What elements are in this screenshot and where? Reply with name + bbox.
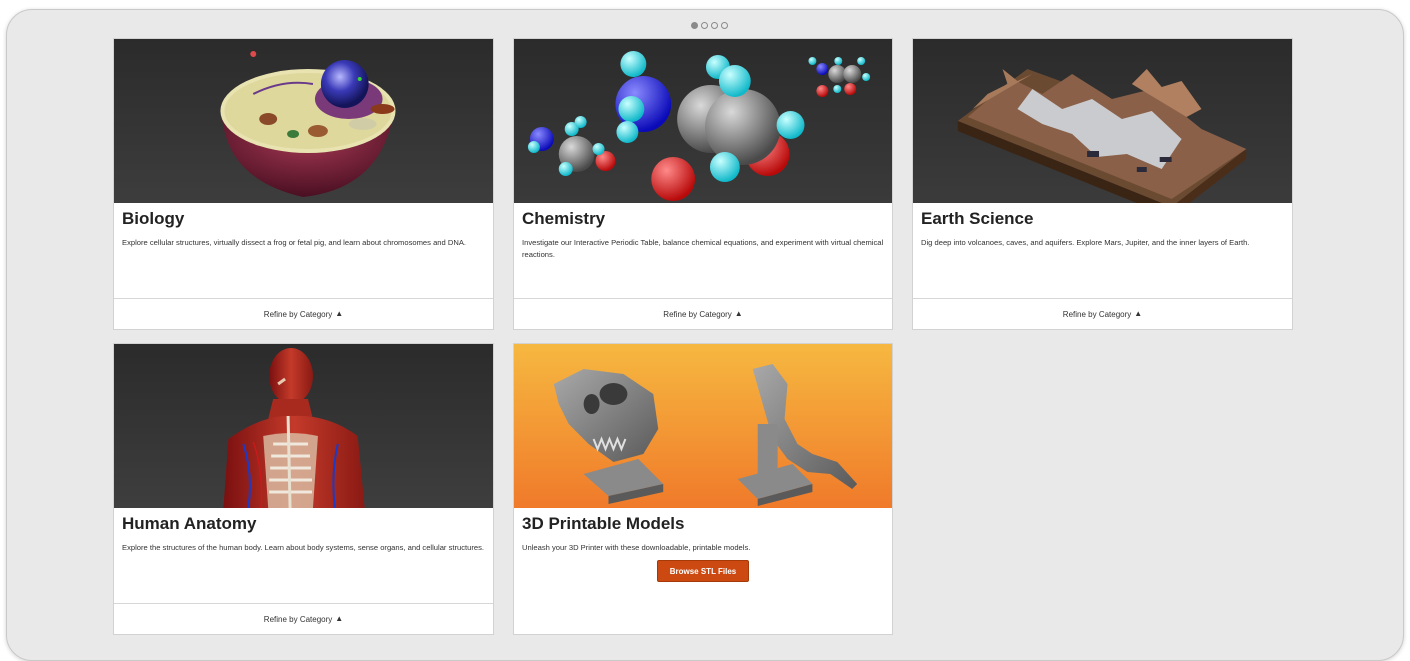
carousel-dot-2[interactable] [701, 22, 708, 29]
refine-by-category-button[interactable]: Refine by Category ▲ [514, 298, 892, 329]
3d-printable-models-image[interactable] [514, 344, 892, 508]
card-title[interactable]: Chemistry [522, 209, 605, 229]
molecule-icon [514, 39, 892, 203]
skull-model-icon [514, 344, 892, 508]
card-3d-printable-models[interactable]: 3D Printable Models Unleash your 3D Prin… [513, 343, 893, 635]
chevron-up-icon: ▲ [1134, 309, 1143, 318]
card-title[interactable]: Biology [122, 209, 184, 229]
human-anatomy-image[interactable] [114, 344, 493, 508]
carousel-dot-4[interactable] [721, 22, 728, 29]
card-title[interactable]: Human Anatomy [122, 514, 256, 534]
card-chemistry[interactable]: Chemistry Investigate our Interactive Pe… [513, 38, 893, 330]
chevron-up-icon: ▲ [335, 309, 344, 318]
terrain-icon [913, 39, 1292, 203]
chevron-up-icon: ▲ [335, 614, 344, 623]
card-human-anatomy[interactable]: Human Anatomy Explore the structures of … [113, 343, 494, 635]
refine-by-category-button[interactable]: Refine by Category ▲ [913, 298, 1292, 329]
refine-by-category-button[interactable]: Refine by Category ▲ [114, 298, 493, 329]
refine-label: Refine by Category [263, 614, 333, 624]
card-description: Explore cellular structures, virtually d… [122, 238, 466, 247]
carousel-dot-1[interactable] [691, 22, 698, 29]
carousel-dot-3[interactable] [711, 22, 718, 29]
carousel-dots [691, 22, 728, 29]
card-earth-science[interactable]: Earth Science Dig deep into volcanoes, c… [912, 38, 1293, 330]
animal-cell-icon [114, 39, 493, 203]
human-body-icon [114, 344, 493, 508]
card-title[interactable]: 3D Printable Models [522, 514, 684, 534]
card-biology[interactable]: Biology Explore cellular structures, vir… [113, 38, 494, 330]
card-description: Explore the structures of the human body… [122, 543, 485, 552]
card-description: Dig deep into volcanoes, caves, and aqui… [921, 238, 1250, 247]
refine-label: Refine by Category [1062, 309, 1132, 319]
browse-stl-files-button[interactable]: Browse STL Files [657, 560, 749, 582]
chevron-up-icon: ▲ [734, 309, 743, 318]
earth-science-image[interactable] [913, 39, 1292, 203]
card-description: Investigate our Interactive Periodic Tab… [522, 238, 884, 259]
refine-by-category-button[interactable]: Refine by Category ▲ [114, 603, 493, 634]
chemistry-image[interactable] [514, 39, 892, 203]
refine-label: Refine by Category [263, 309, 333, 319]
card-title[interactable]: Earth Science [921, 209, 1033, 229]
biology-image[interactable] [114, 39, 493, 203]
card-description: Unleash your 3D Printer with these downl… [522, 543, 751, 552]
refine-label: Refine by Category [663, 309, 732, 319]
